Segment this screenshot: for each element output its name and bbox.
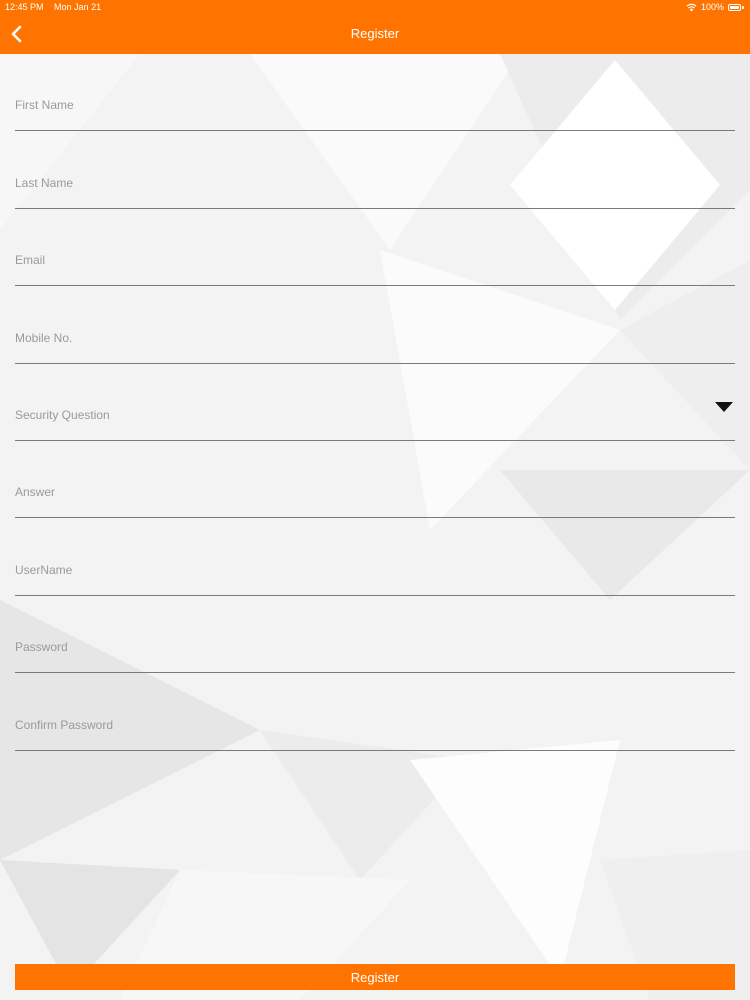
- answer-field[interactable]: Answer: [15, 441, 735, 519]
- mobile-input[interactable]: [15, 322, 735, 361]
- navigation-bar: Register: [0, 14, 750, 54]
- page-title: Register: [350, 26, 400, 41]
- password-input[interactable]: [15, 632, 735, 671]
- last-name-input[interactable]: [15, 167, 735, 206]
- confirm-password-input[interactable]: [15, 709, 735, 748]
- status-right: 100%: [686, 2, 744, 12]
- status-bar: 12:45 PM Mon Jan 21 100%: [0, 0, 750, 14]
- battery-percentage: 100%: [700, 2, 724, 12]
- mobile-field[interactable]: Mobile No.: [15, 286, 735, 364]
- wifi-icon: [686, 3, 697, 12]
- register-button[interactable]: Register: [15, 964, 735, 990]
- email-field[interactable]: Email: [15, 209, 735, 287]
- answer-input[interactable]: [15, 477, 735, 516]
- status-left: 12:45 PM Mon Jan 21: [5, 2, 109, 12]
- status-date: Mon Jan 21: [54, 2, 102, 12]
- username-field[interactable]: UserName: [15, 518, 735, 596]
- password-field[interactable]: Password: [15, 596, 735, 674]
- confirm-password-field[interactable]: Confirm Password: [15, 673, 735, 751]
- username-input[interactable]: [15, 554, 735, 593]
- email-input[interactable]: [15, 245, 735, 284]
- battery-icon: [728, 3, 744, 11]
- registration-form: First Name Last Name Email Mobile No. Se…: [15, 54, 735, 751]
- status-time: 12:45 PM: [5, 2, 44, 12]
- security-question-dropdown[interactable]: Security Question: [15, 364, 735, 441]
- security-question-label: Security Question: [15, 407, 110, 422]
- last-name-field[interactable]: Last Name: [15, 131, 735, 209]
- first-name-input[interactable]: [15, 90, 735, 129]
- first-name-field[interactable]: First Name: [15, 54, 735, 132]
- caret-down-icon[interactable]: [715, 401, 733, 412]
